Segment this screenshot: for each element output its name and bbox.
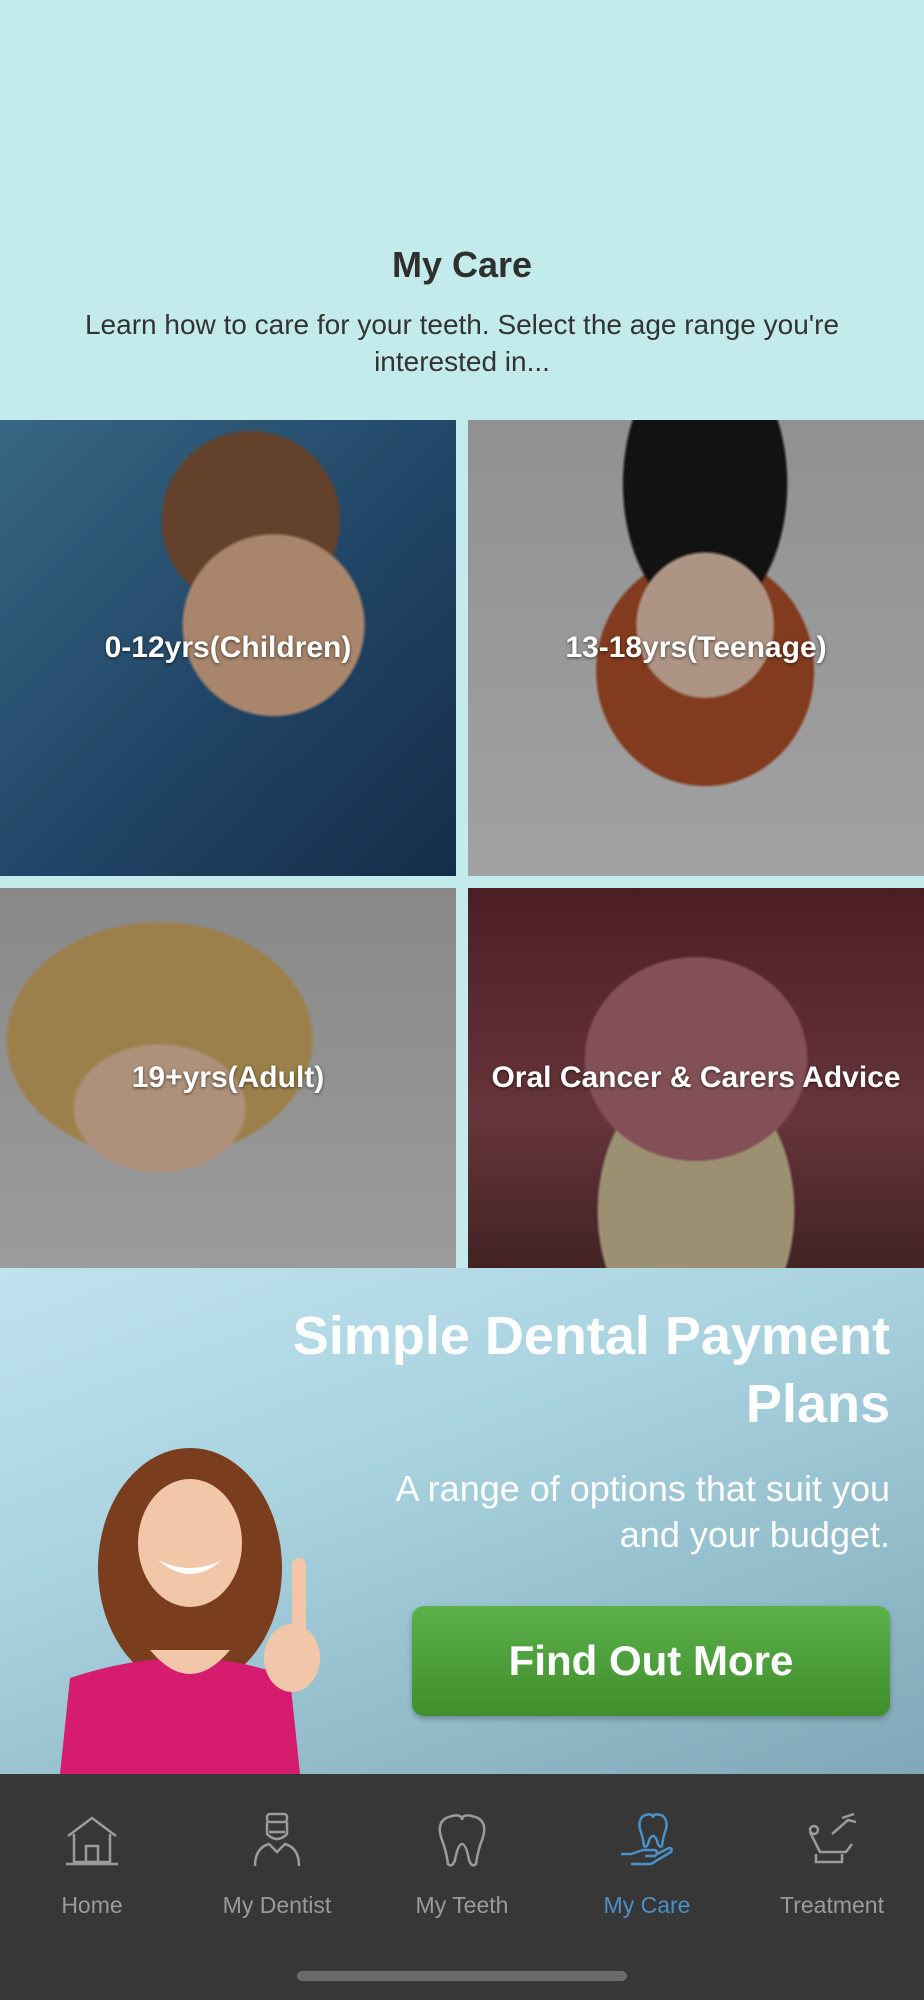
tab-label: Treatment (780, 1892, 884, 1918)
home-indicator[interactable] (297, 1971, 627, 1981)
dentist-icon (253, 1812, 301, 1867)
tile-label: 13-18yrs(Teenage) (565, 631, 827, 664)
find-out-more-button[interactable]: Find Out More (412, 1606, 890, 1716)
tile-adult[interactable]: 19+yrs(Adult) (0, 888, 456, 1268)
payment-plans-banner[interactable]: Simple Dental Payment Plans A range of o… (0, 1268, 924, 1774)
page-subtitle: Learn how to care for your teeth. Select… (84, 309, 840, 377)
tab-my-care[interactable]: My Care (555, 1774, 739, 1964)
dental-chair-icon (808, 1812, 857, 1864)
tooth-icon (438, 1814, 486, 1867)
tab-treatment[interactable]: Treatment (740, 1774, 924, 1964)
tile-label: 0-12yrs(Children) (104, 631, 352, 664)
page-title: My Care (391, 244, 533, 285)
tab-label: My Dentist (222, 1892, 332, 1918)
tile-label: 19+yrs(Adult) (131, 1061, 325, 1094)
tab-label: My Care (603, 1892, 691, 1918)
tile-label: Oral Cancer & Carers Advice (491, 1061, 901, 1094)
care-hand-tooth-icon (621, 1813, 673, 1866)
tile-children[interactable]: 0-12yrs(Children) (0, 420, 456, 876)
tile-teenage[interactable]: 13-18yrs(Teenage) (468, 420, 924, 876)
home-icon (66, 1816, 118, 1866)
tile-oral-cancer[interactable]: Oral Cancer & Carers Advice (468, 888, 924, 1268)
tab-label: Home (61, 1892, 123, 1918)
tab-my-teeth[interactable]: My Teeth (370, 1774, 554, 1964)
promo-title: Simple Dental Payment Plans (292, 1306, 890, 1434)
tab-home[interactable]: Home (0, 1774, 184, 1964)
tab-bar: Home My Dentist My Teeth My Care Treatme… (0, 1774, 924, 2000)
tab-my-dentist[interactable]: My Dentist (185, 1774, 369, 1964)
tab-label: My Teeth (415, 1892, 509, 1918)
header: My Care Learn how to care for your teeth… (0, 0, 924, 420)
woman-pointing-illustration (60, 1448, 320, 1774)
promo-text: A range of options that suit you and you… (395, 1468, 890, 1555)
